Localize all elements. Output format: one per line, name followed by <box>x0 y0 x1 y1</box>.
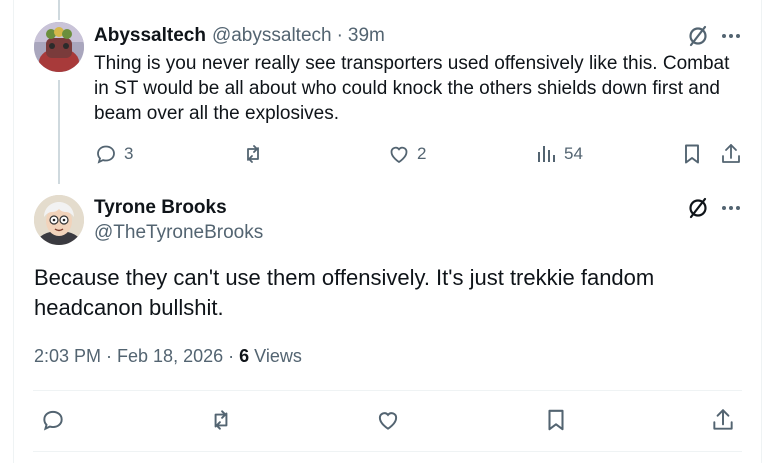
retweet-button[interactable] <box>207 407 235 433</box>
bookmark-button[interactable] <box>543 407 569 433</box>
avatar[interactable] <box>34 195 84 245</box>
reply-author-handle[interactable]: @abyssaltech <box>212 25 332 47</box>
bookmark-button[interactable] <box>680 142 704 166</box>
more-options-icon[interactable] <box>720 197 742 219</box>
main-tweet-text: Because they can't use them offensively.… <box>34 265 655 320</box>
main-author-name[interactable]: Tyrone Brooks <box>94 196 227 220</box>
like-count: 2 <box>417 144 427 163</box>
view-count: 54 <box>564 144 583 163</box>
retweet-button[interactable] <box>241 142 265 166</box>
more-options-icon[interactable] <box>720 25 742 47</box>
reply-count: 3 <box>124 144 134 163</box>
main-author-handle[interactable]: @TheTyroneBrooks <box>94 221 263 245</box>
reply-button[interactable] <box>40 407 66 433</box>
views-button[interactable]: 54 <box>536 142 583 166</box>
grok-icon[interactable] <box>686 24 710 48</box>
share-button[interactable] <box>719 142 743 166</box>
reply-text: Thing is you never really see transporte… <box>94 53 730 124</box>
reply-author-name[interactable]: Abyssaltech <box>94 25 206 47</box>
thread-line-top <box>58 0 60 20</box>
separator-dot: · <box>336 25 343 46</box>
thread-line <box>58 80 60 184</box>
like-button[interactable]: 2 <box>387 142 426 166</box>
like-button[interactable] <box>375 407 401 433</box>
avatar[interactable] <box>34 22 84 72</box>
tweet-timestamp[interactable]: 2:03 PM · Feb 18, 2026 · <box>34 346 239 367</box>
views-count: 6 <box>239 345 250 366</box>
grok-icon[interactable] <box>686 196 710 220</box>
reply-button[interactable]: 3 <box>94 142 133 166</box>
divider <box>33 451 742 452</box>
reply-time[interactable]: 39m <box>348 25 385 47</box>
views-label: Views <box>249 345 302 366</box>
share-button[interactable] <box>710 407 736 433</box>
divider <box>33 390 742 391</box>
